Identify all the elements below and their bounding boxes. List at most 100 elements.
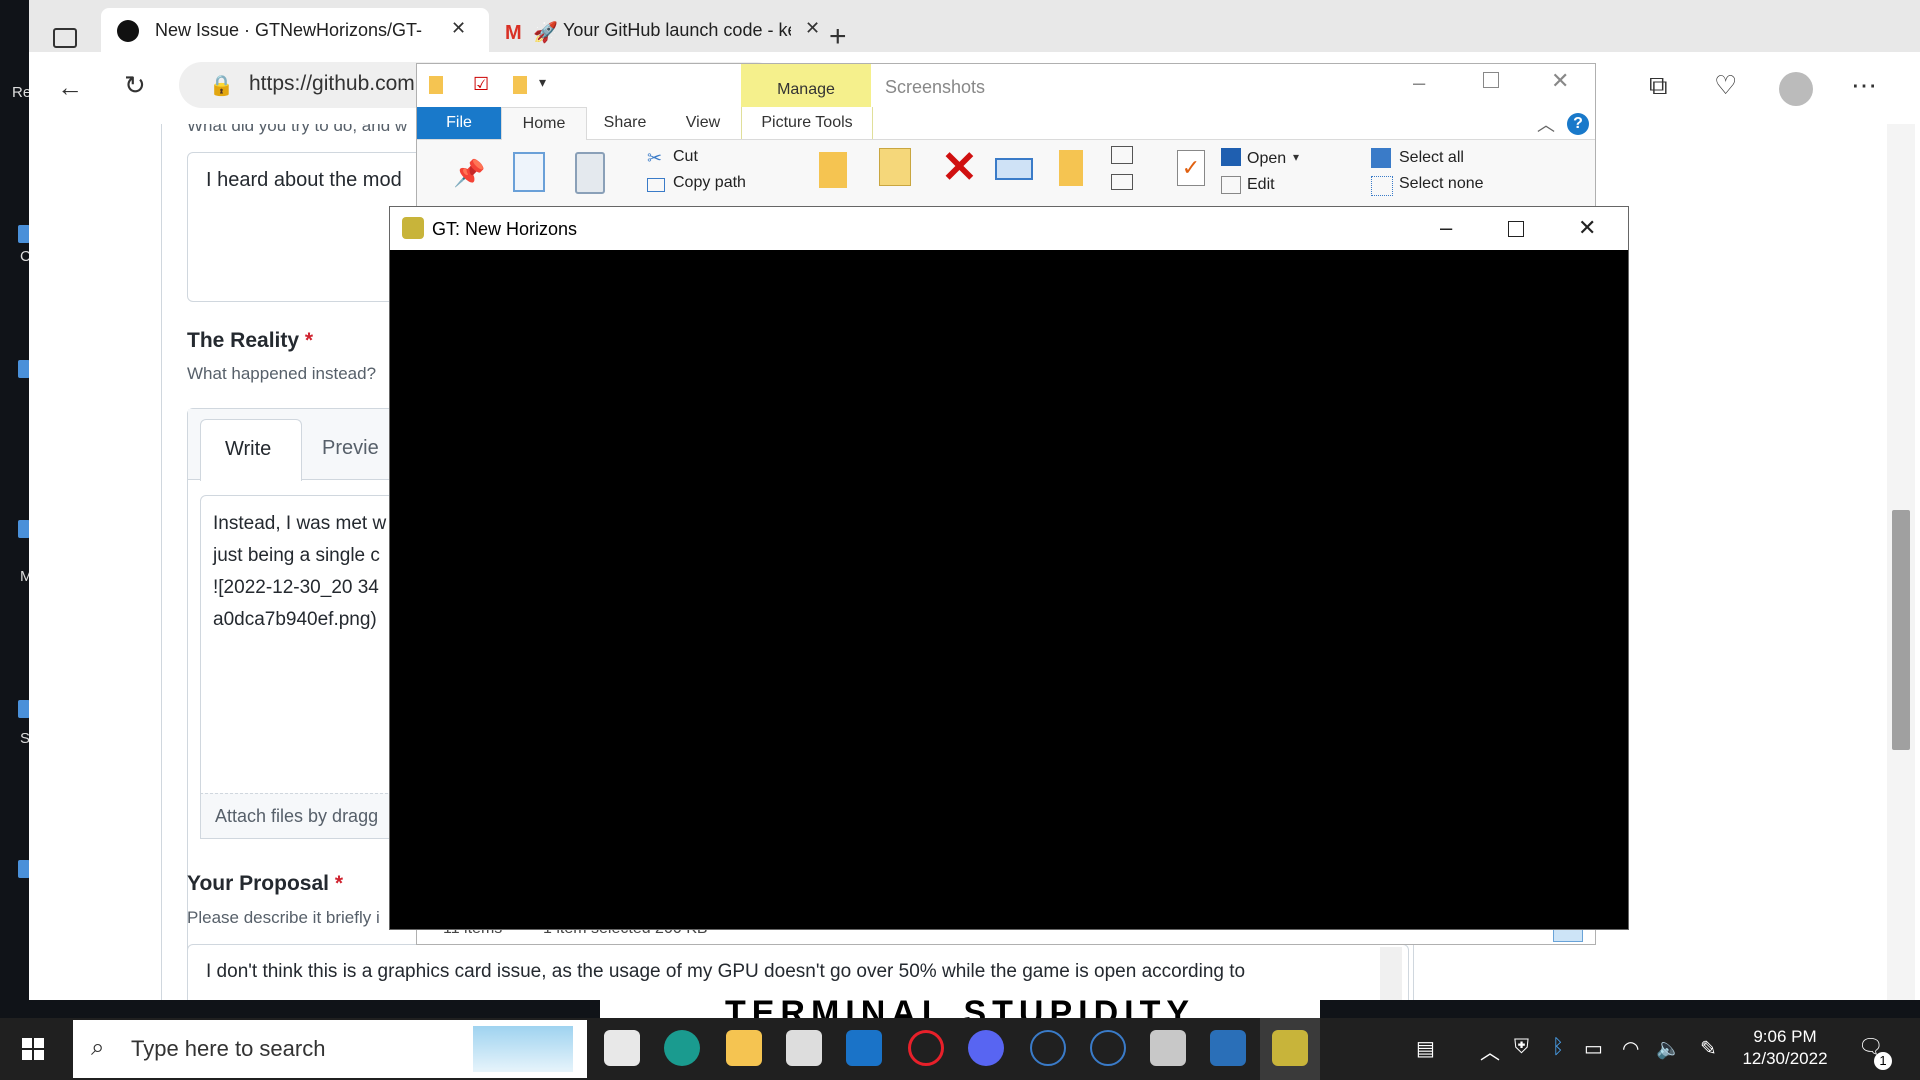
textarea-line: a0dca7b940ef.png) (213, 609, 377, 630)
reality-textarea-content: Instead, I was met w just being a single… (213, 508, 386, 636)
back-arrow-icon[interactable]: ← (57, 72, 83, 103)
windows-start-icon[interactable] (22, 1038, 44, 1060)
help-icon[interactable]: ? (1567, 113, 1589, 135)
paste-icon[interactable] (575, 152, 605, 194)
reality-label: The Reality * (187, 329, 313, 353)
page-scrollbar-thumb[interactable] (1892, 510, 1910, 750)
new-tab-button[interactable]: + (829, 20, 847, 54)
attach-files-hint: Attach files by dragg (215, 806, 379, 826)
easy-access-icon[interactable] (1111, 174, 1133, 190)
new-folder-icon[interactable] (513, 76, 527, 94)
file-explorer-icon[interactable] (726, 1030, 762, 1066)
tab-home[interactable]: Home (501, 107, 587, 141)
page-divider (161, 124, 162, 1000)
tab-file[interactable]: File (417, 107, 501, 139)
tab-close-icon[interactable]: ✕ (805, 18, 820, 39)
collapse-ribbon-icon[interactable]: ︿ (1537, 111, 1555, 137)
edit-icon (1221, 176, 1241, 194)
copy-path-icon (647, 178, 665, 192)
close-icon[interactable]: ✕ (1578, 215, 1596, 241)
copy-path-button[interactable]: Copy path (673, 174, 746, 192)
close-icon[interactable]: ✕ (1551, 68, 1569, 94)
collections-icon[interactable]: ⧉ (1649, 70, 1668, 102)
pen-icon[interactable]: ✎ (1700, 1036, 1717, 1061)
prev-answer-text: I heard about the mod (206, 169, 402, 191)
explorer-title: Screenshots (885, 77, 986, 97)
open-button[interactable]: Open (1247, 150, 1286, 168)
security-icon[interactable]: ⛨ (1514, 1036, 1529, 1059)
tab-share[interactable]: Share (585, 107, 665, 139)
game-window-title: GT: New Horizons (432, 219, 578, 239)
open-icon (1221, 148, 1241, 166)
delete-icon[interactable]: ✕ (941, 144, 978, 192)
textarea-line: just being a single c (213, 545, 380, 566)
tab-view[interactable]: View (665, 107, 741, 139)
tab-manage-label: Manage (777, 81, 835, 98)
news-widget-icon[interactable]: ▤ (1416, 1036, 1435, 1061)
tab-manage[interactable]: Manage (741, 64, 871, 107)
select-none-button[interactable]: Select none (1399, 175, 1484, 193)
app-icon[interactable] (1090, 1030, 1126, 1066)
clock-time: 9:06 PM (1753, 1027, 1817, 1046)
github-icon (117, 20, 139, 42)
volume-icon[interactable]: 🔈 (1656, 1036, 1681, 1061)
proposal-textarea[interactable]: I don't think this is a graphics card is… (187, 944, 1409, 1000)
app-icon[interactable] (1150, 1030, 1186, 1066)
clock-date: 12/30/2022 (1742, 1049, 1828, 1068)
discord-icon[interactable] (968, 1030, 1004, 1066)
clock[interactable]: 9:06 PM 12/30/2022 (1742, 1026, 1828, 1070)
select-all-button[interactable]: Select all (1399, 149, 1464, 167)
tab-close-icon[interactable]: ✕ (451, 18, 466, 39)
copy-to-icon[interactable] (879, 148, 911, 186)
move-to-icon[interactable] (819, 152, 847, 188)
mail-icon[interactable] (846, 1030, 882, 1066)
pin-icon[interactable]: 📌 (453, 158, 485, 189)
copy-icon[interactable] (513, 152, 545, 192)
refresh-icon[interactable]: ↻ (124, 70, 146, 101)
more-menu-icon[interactable]: ⋯ (1851, 70, 1877, 101)
new-folder-large-icon[interactable] (1059, 150, 1083, 186)
tab-picture-tools[interactable]: Picture Tools (741, 107, 873, 139)
opera-icon[interactable] (908, 1030, 944, 1066)
game-window: GT: New Horizons – ✕ (389, 206, 1629, 930)
taskbar-search-box[interactable]: ⌕ Type here to search (73, 1020, 587, 1078)
app-icon[interactable] (786, 1030, 822, 1066)
tab-write-label: Write (225, 438, 272, 460)
proposal-text: I don't think this is a graphics card is… (206, 961, 1246, 982)
wifi-icon[interactable]: ◠ (1622, 1036, 1639, 1061)
game-render-area[interactable] (390, 251, 1628, 929)
textarea-scrollbar[interactable] (1380, 947, 1402, 1000)
bluetooth-icon[interactable]: ᛒ (1552, 1036, 1564, 1059)
proposal-label-text: Your Proposal (187, 872, 329, 895)
app-icon[interactable] (1030, 1030, 1066, 1066)
new-item-icon[interactable] (1111, 146, 1133, 164)
properties-large-icon[interactable]: ✓ (1177, 150, 1205, 186)
explorer-ribbon: 📌 ✂ Cut Copy path ✕ ✓ Open ▾ Edit Select… (417, 140, 1595, 208)
battery-icon[interactable]: ▭ (1584, 1036, 1603, 1061)
maximize-icon[interactable] (1483, 72, 1499, 88)
prev-question-hint: What did you try to do, and w (187, 124, 408, 135)
properties-icon[interactable]: ☑ (473, 74, 489, 95)
rename-icon[interactable] (995, 158, 1033, 180)
tab-new-issue[interactable]: New Issue · GTNewHorizons/GT- ✕ (101, 8, 489, 52)
tab-preview[interactable]: Previe (322, 437, 379, 460)
photos-icon[interactable] (1210, 1030, 1246, 1066)
minimize-icon[interactable]: – (1440, 215, 1452, 241)
tab-github-launch-code[interactable]: M 🚀 Your GitHub launch code - ke ✕ (491, 8, 831, 52)
cut-button[interactable]: Cut (673, 148, 698, 166)
tab-write[interactable]: Write (200, 419, 302, 481)
tab-actions-icon[interactable] (53, 28, 77, 48)
avatar[interactable] (1779, 72, 1813, 106)
minimize-icon[interactable]: – (1413, 70, 1425, 96)
select-all-icon (1371, 148, 1391, 168)
quick-access-dropdown-icon[interactable]: ▾ (539, 74, 546, 91)
health-icon[interactable]: ♡ (1714, 70, 1737, 101)
tray-overflow-icon[interactable]: ︿ (1480, 1036, 1500, 1065)
edge-icon[interactable] (664, 1030, 700, 1066)
edit-button[interactable]: Edit (1247, 176, 1275, 194)
microsoft-store-icon[interactable] (604, 1030, 640, 1066)
open-dropdown-icon[interactable]: ▾ (1293, 150, 1299, 164)
taskbar: ⌕ Type here to search ▤ ︿ ⛨ ᛒ ▭ ◠ 🔈 ✎ 9:… (0, 1018, 1920, 1080)
rocket-icon: 🚀 (533, 22, 558, 44)
maximize-icon[interactable] (1508, 221, 1524, 237)
